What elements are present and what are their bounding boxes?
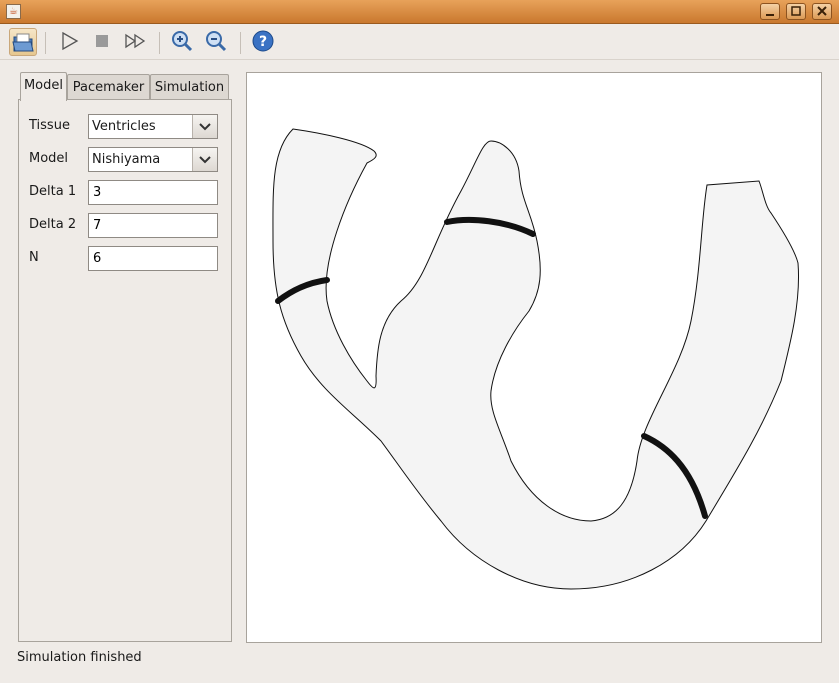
play-icon[interactable] (56, 28, 84, 56)
delta2-field[interactable] (88, 213, 218, 238)
model-select[interactable]: Nishiyama (88, 147, 218, 172)
toolbar-separator (159, 32, 160, 54)
n-field[interactable] (88, 246, 218, 271)
chevron-down-icon[interactable] (192, 148, 217, 171)
zoom-out-icon[interactable] (202, 28, 230, 56)
model-label: Model (29, 151, 69, 166)
simulation-canvas[interactable] (246, 72, 822, 643)
tab-pacemaker[interactable]: Pacemaker (67, 74, 150, 100)
tissue-outline (272, 128, 800, 590)
delta2-label: Delta 2 (29, 217, 77, 232)
tissue-select-value: Ventricles (92, 119, 156, 134)
tissue-select[interactable]: Ventricles (88, 114, 218, 139)
fast-forward-icon[interactable] (122, 28, 150, 56)
tissue-label: Tissue (29, 118, 70, 133)
delta1-label: Delta 1 (29, 184, 77, 199)
zoom-in-icon[interactable] (168, 28, 196, 56)
open-folder-icon[interactable] (9, 28, 37, 56)
java-icon: ☕ (6, 4, 21, 19)
delta1-field[interactable] (88, 180, 218, 205)
toolbar-separator (45, 32, 46, 54)
close-icon[interactable] (812, 3, 832, 20)
toolbar: ? (0, 24, 839, 60)
stop-icon[interactable] (89, 28, 117, 56)
model-select-value: Nishiyama (92, 152, 161, 167)
maximize-icon[interactable] (786, 3, 806, 20)
title-bar: ☕ (0, 0, 839, 24)
tab-simulation[interactable]: Simulation (150, 74, 229, 100)
tab-model[interactable]: Model (20, 72, 67, 101)
ventricle-tissue-drawing (272, 128, 800, 590)
help-icon[interactable]: ? (250, 28, 278, 56)
n-label: N (29, 250, 39, 265)
chevron-down-icon[interactable] (192, 115, 217, 138)
toolbar-separator (240, 32, 241, 54)
svg-text:?: ? (259, 34, 267, 50)
status-text: Simulation finished (17, 650, 142, 665)
minimize-icon[interactable] (760, 3, 780, 20)
